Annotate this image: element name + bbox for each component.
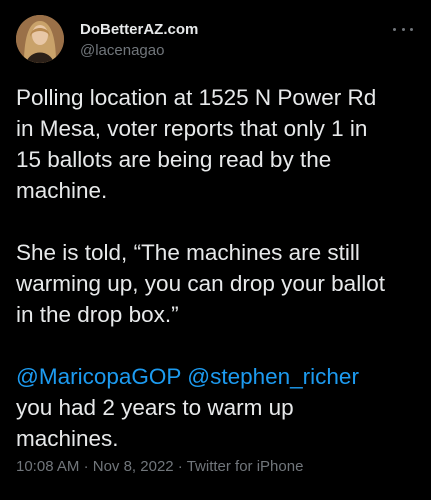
meta-separator: · (83, 458, 89, 475)
text-line: warming up, you can drop your ballot (16, 271, 385, 296)
text-line: 15 ballots are being read by the (16, 147, 332, 172)
mention-link[interactable]: @stephen_richer (187, 364, 359, 389)
profile-photo-icon (16, 15, 64, 63)
text-line: machines. (16, 426, 119, 451)
tweet-source[interactable]: Twitter for iPhone (187, 458, 304, 475)
ellipsis-dot (401, 27, 405, 31)
author-avatar[interactable] (16, 15, 64, 63)
tweet-text: Polling location at 1525 N Power Rd in M… (16, 82, 416, 454)
text-line: in the drop box.” (16, 302, 179, 327)
tweet-paragraph-2: She is told, “The machines are still war… (16, 237, 416, 330)
author-display-name[interactable]: DoBetterAZ.com (80, 20, 198, 39)
author-info[interactable]: DoBetterAZ.com @lacenagao (80, 20, 198, 60)
ellipsis-dot (410, 27, 413, 31)
text-line: in Mesa, voter reports that only 1 in (16, 116, 368, 141)
author-handle[interactable]: @lacenagao (80, 41, 198, 60)
meta-separator: · (177, 458, 183, 475)
text-line: you had 2 years to warm up (16, 395, 294, 420)
tweet: DoBetterAZ.com @lacenagao Polling locati… (0, 0, 431, 500)
tweet-paragraph-3: @MaricopaGOP @stephen_richer you had 2 y… (16, 361, 416, 454)
ellipsis-dot (393, 27, 396, 31)
tweet-metadata: 10:08 AM · Nov 8, 2022 · Twitter for iPh… (16, 457, 303, 476)
more-options-button[interactable] (393, 24, 413, 34)
text-line: Polling location at 1525 N Power Rd (16, 85, 377, 110)
text-line: She is told, “The machines are still (16, 240, 360, 265)
tweet-date[interactable]: Nov 8, 2022 (93, 458, 174, 475)
text-line: machine. (16, 178, 108, 203)
mention-link[interactable]: @MaricopaGOP (16, 364, 181, 389)
tweet-paragraph-1: Polling location at 1525 N Power Rd in M… (16, 82, 416, 206)
tweet-time[interactable]: 10:08 AM (16, 458, 79, 475)
